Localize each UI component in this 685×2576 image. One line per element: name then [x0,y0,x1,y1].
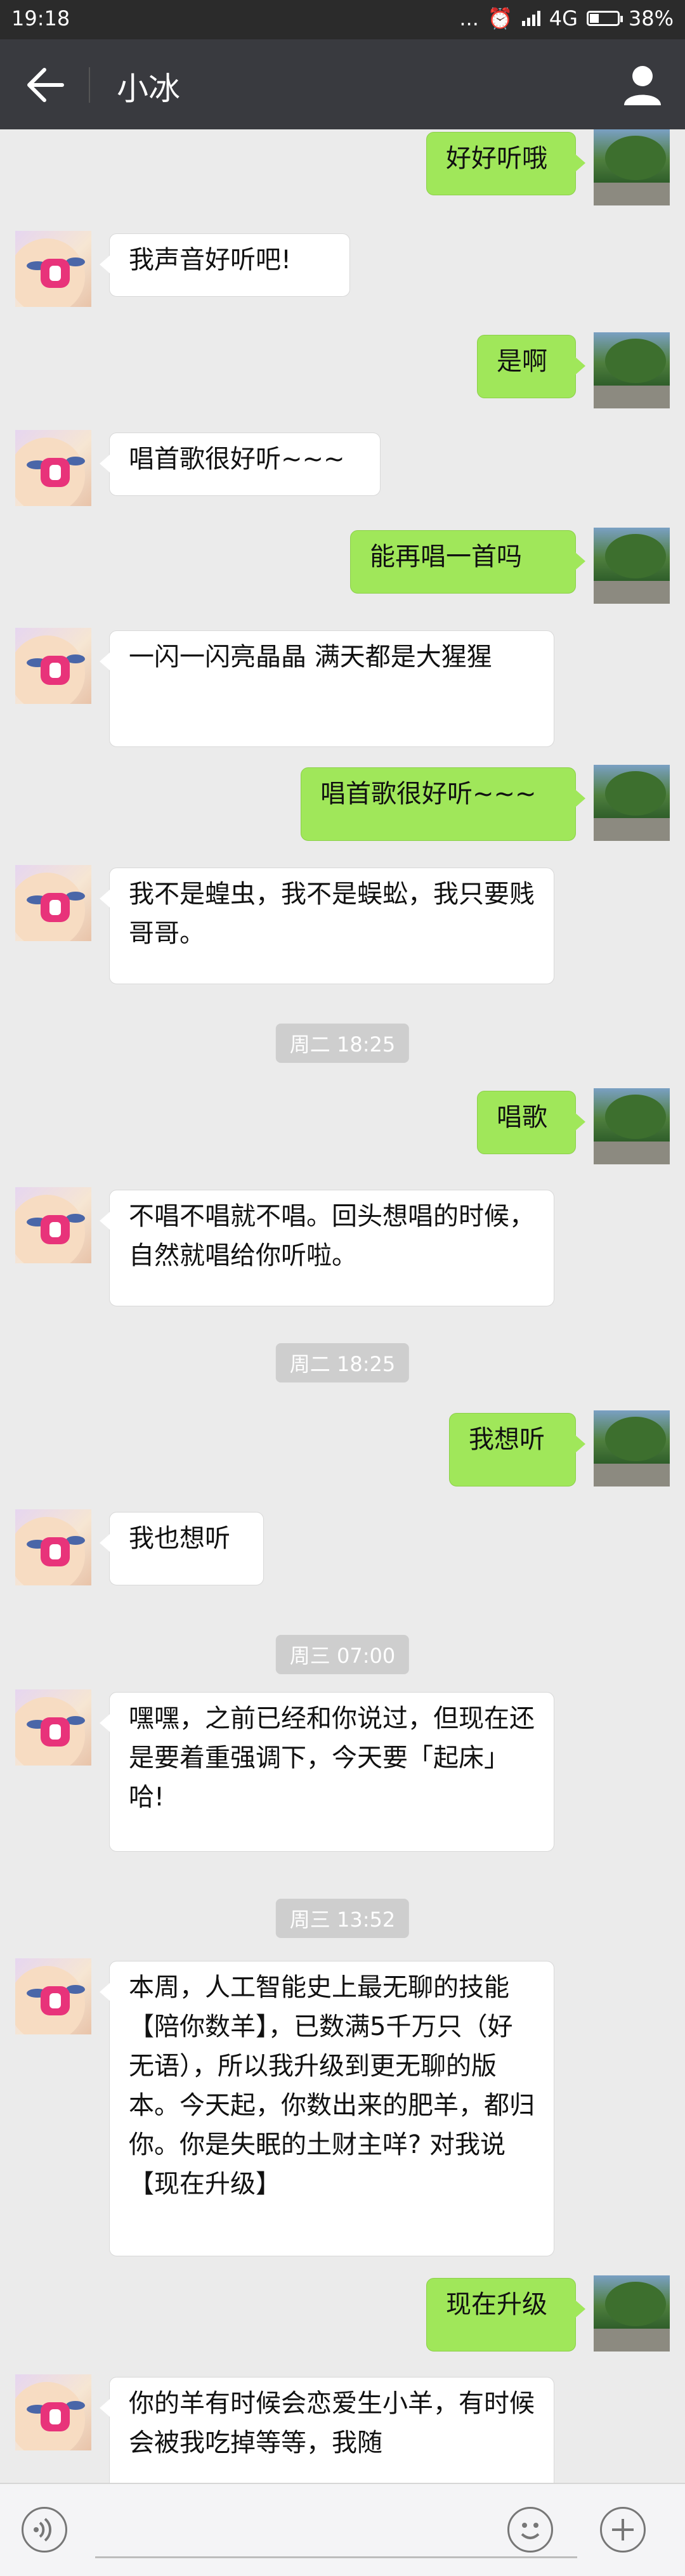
battery-icon [586,11,623,26]
user-avatar[interactable] [594,129,670,205]
voice-icon[interactable] [22,2507,67,2553]
message-bubble[interactable]: 嘿嘿，之前已经和你说过，但现在还是要着重强调下，今天要「起床」哈! [100,1692,554,1852]
xiaobing-avatar[interactable] [15,1958,91,2034]
profile-icon[interactable] [619,61,666,108]
xiaobing-avatar[interactable] [15,1187,91,1263]
message-bubble[interactable]: 唱首歌很好听~~~ [301,767,585,841]
signal-icon [521,11,540,26]
user-avatar[interactable] [594,765,670,841]
message-bubble[interactable]: 好好听哦 [426,132,585,195]
message-bubble[interactable]: 我不是蝗虫，我不是蜈蚣，我只要贱哥哥。 [100,868,554,984]
more-dots-icon: ... [459,6,479,30]
message-bubble[interactable]: 能再唱一首吗 [350,530,585,594]
xiaobing-avatar[interactable] [15,628,91,704]
user-avatar[interactable] [594,332,670,408]
timestamp-row: 周二 18:25 [0,1343,685,1382]
user-avatar[interactable] [594,1410,670,1486]
status-time: 19:18 [11,6,70,30]
timestamp: 周二 18:25 [275,1343,410,1382]
user-avatar[interactable] [594,528,670,604]
xiaobing-avatar[interactable] [15,1689,91,1766]
network-type: 4G [549,6,578,30]
xiaobing-avatar[interactable] [15,2374,91,2450]
message-bubble[interactable]: 一闪一闪亮晶晶 满天都是大猩猩 [100,630,554,747]
message-bubble[interactable]: 你的羊有时候会恋爱生小羊，有时候会被我吃掉等等，我随 [100,2377,554,2483]
back-arrow-icon[interactable] [23,65,67,105]
message-bubble[interactable]: 我声音好听吧! [100,233,350,297]
timestamp-row: 周三 07:00 [0,1635,685,1674]
message-bubble[interactable]: 现在升级 [426,2278,585,2352]
emoji-icon[interactable] [507,2507,553,2553]
alarm-icon: ⏰ [487,6,513,30]
chat-title: 小冰 [117,70,180,107]
user-avatar[interactable] [594,2275,670,2352]
timestamp-row: 周三 13:52 [0,1899,685,1938]
timestamp-row: 周二 18:25 [0,1024,685,1063]
message-input[interactable] [95,2503,577,2558]
message-bubble[interactable]: 本周，人工智能史上最无聊的技能【陪你数羊】，已数满5千万只（好无语），所以我升级… [100,1961,554,2256]
battery-percent: 38% [628,6,674,30]
message-bubble[interactable]: 不唱不唱就不唱。回头想唱的时候，自然就唱给你听啦。 [100,1190,554,1306]
timestamp: 周三 13:52 [275,1899,410,1938]
message-bubble[interactable]: 我想听 [449,1413,585,1486]
xiaobing-avatar[interactable] [15,430,91,506]
message-list[interactable]: 好好听哦 我声音好听吧! 是啊 唱首歌很好听~~~ 能再唱一首吗 一闪一闪亮晶晶… [0,129,685,2483]
plus-icon[interactable] [600,2507,646,2553]
status-bar: 19:18 ... ⏰ 4G 38% [0,0,685,39]
chat-header: 小冰 [0,39,685,129]
message-bubble[interactable]: 唱歌 [477,1091,585,1154]
xiaobing-avatar[interactable] [15,231,91,307]
status-icons: ... ⏰ 4G 38% [459,6,674,30]
input-bar [0,2483,685,2576]
message-bubble[interactable]: 是啊 [477,335,585,398]
user-avatar[interactable] [594,1088,670,1164]
message-bubble[interactable]: 唱首歌很好听~~~ [100,433,381,496]
header-divider [89,67,90,103]
timestamp: 周二 18:25 [275,1024,410,1063]
message-bubble[interactable]: 我也想听 [100,1512,264,1585]
xiaobing-avatar[interactable] [15,1509,91,1585]
xiaobing-avatar[interactable] [15,865,91,941]
timestamp: 周三 07:00 [275,1635,410,1674]
